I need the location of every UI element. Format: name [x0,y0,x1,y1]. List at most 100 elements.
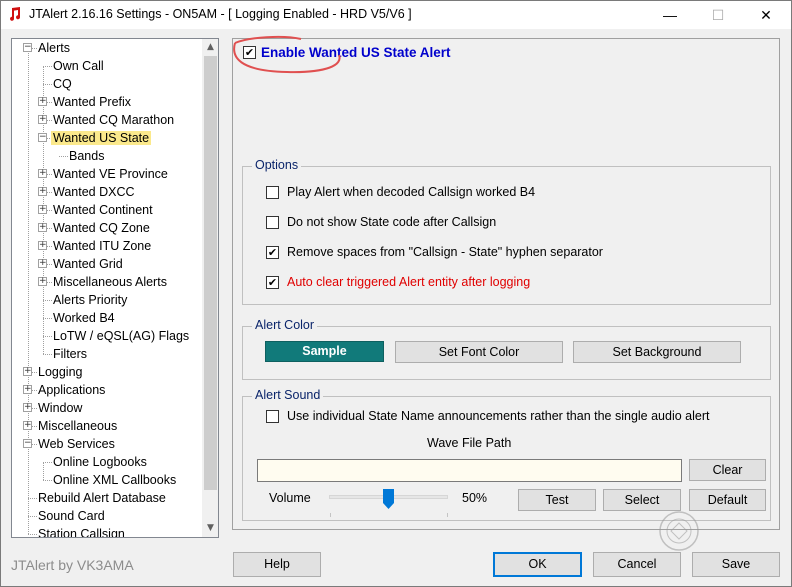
expand-icon[interactable]: + [38,187,47,196]
tree-item[interactable]: Alerts [36,39,72,57]
scroll-thumb[interactable] [204,56,217,490]
tree-item-label: Wanted CQ Zone [53,221,150,235]
tree-item[interactable]: Wanted CQ Zone [51,219,152,237]
tree-item-label: Alerts Priority [53,293,128,307]
option-checkbox[interactable] [266,216,279,229]
expand-icon[interactable]: + [38,97,47,106]
collapse-icon[interactable]: − [23,439,32,448]
wave-file-path-input[interactable] [257,459,682,482]
tree-item-label: Applications [38,383,106,397]
volume-value: 50% [462,491,488,505]
expand-icon[interactable]: + [38,169,47,178]
options-group: Options Play Alert when decoded Callsign… [242,158,771,305]
tree-item-label: Wanted US State [51,131,152,145]
expand-icon[interactable]: + [23,367,32,376]
collapse-icon[interactable]: − [23,43,32,52]
expand-icon[interactable]: + [38,241,47,250]
alert-sound-legend: Alert Sound [252,388,324,402]
tree-item[interactable]: Wanted US State [51,129,152,147]
option-label: Do not show State code after Callsign [287,215,497,229]
cancel-button[interactable]: Cancel [593,552,681,577]
tree-item-label: Wanted Grid [53,257,123,271]
tree-item-label: Window [38,401,83,415]
wave-file-path-label: Wave File Path [427,436,512,450]
scroll-down-icon[interactable]: ▼ [202,520,218,537]
tree-item-label: Own Call [53,59,104,73]
maximize-button[interactable]: ☐ [695,1,741,29]
tree-item[interactable]: Sound Card [36,507,107,525]
tree-scrollbar[interactable]: ▲ ▼ [202,39,218,537]
tree-item[interactable]: Web Services [36,435,117,453]
tree-item[interactable]: LoTW / eQSL(AG) Flags [51,327,191,345]
tree-item[interactable]: Rebuild Alert Database [36,489,168,507]
option-checkbox[interactable]: ✔ [266,246,279,259]
set-background-button[interactable]: Set Background [573,341,741,363]
tree-item[interactable]: Wanted Continent [51,201,155,219]
tree-item[interactable]: Online XML Callbooks [51,471,178,489]
tree-item[interactable]: Miscellaneous Alerts [51,273,169,291]
tree-item[interactable]: Station Callsign [36,525,127,537]
tree-item-label: Wanted CQ Marathon [53,113,175,127]
set-font-color-button[interactable]: Set Font Color [395,341,563,363]
slider-thumb[interactable] [383,489,394,509]
expand-icon[interactable]: + [23,403,32,412]
maximize-icon: ☐ [711,6,725,23]
tree-item[interactable]: Logging [36,363,85,381]
ok-button[interactable]: OK [493,552,582,577]
save-button[interactable]: Save [692,552,780,577]
expand-icon[interactable]: + [38,115,47,124]
tree-item[interactable]: Wanted Prefix [51,93,133,111]
tree-item[interactable]: Wanted DXCC [51,183,137,201]
clear-button[interactable]: Clear [689,459,766,481]
option-checkbox[interactable]: ✔ [266,276,279,289]
expand-icon[interactable]: + [38,205,47,214]
tree-item-label: Logging [38,365,83,379]
tree-item[interactable]: Wanted CQ Marathon [51,111,176,129]
help-button[interactable]: Help [233,552,321,577]
tree-item[interactable]: Wanted Grid [51,255,125,273]
tree-item[interactable]: Online Logbooks [51,453,149,471]
expand-icon[interactable]: + [23,421,32,430]
default-button[interactable]: Default [689,489,766,511]
expand-icon[interactable]: + [38,259,47,268]
tree-item-label: Miscellaneous Alerts [53,275,167,289]
tree-item-label: Bands [69,149,105,163]
option-checkbox[interactable] [266,410,279,423]
tree-item[interactable]: Filters [51,345,89,363]
tree-item[interactable]: Window [36,399,84,417]
tree-item-label: Filters [53,347,88,361]
tree-item-label: Wanted VE Province [53,167,168,181]
tree-item[interactable]: Applications [36,381,107,399]
tree-item[interactable]: Miscellaneous [36,417,119,435]
option-label: Play Alert when decoded Callsign worked … [287,185,536,199]
options-legend: Options [252,158,302,172]
tree-item-label: Alerts [38,41,70,55]
tree-item-label: Rebuild Alert Database [38,491,166,505]
tree-item-label: Sound Card [38,509,105,523]
tree-guide-line [43,462,44,480]
tree-item[interactable]: Alerts Priority [51,291,129,309]
tree-item[interactable]: Wanted VE Province [51,165,170,183]
test-button[interactable]: Test [518,489,596,511]
collapse-icon[interactable]: − [38,133,47,142]
tree-item[interactable]: Own Call [51,57,106,75]
alert-color-legend: Alert Color [252,318,318,332]
tree-item-label: Worked B4 [53,311,115,325]
tree-item[interactable]: CQ [51,75,74,93]
select-button[interactable]: Select [603,489,681,511]
tree-item[interactable]: Wanted ITU Zone [51,237,153,255]
tree-item[interactable]: Bands [67,147,106,165]
settings-tree[interactable]: ▲ ▼ − Alerts Own Call CQ + Wanted Prefix + Want… [11,38,219,538]
tree-item-label: LoTW / eQSL(AG) Flags [53,329,190,343]
expand-icon[interactable]: + [23,385,32,394]
close-button[interactable]: ✕ [743,1,789,29]
expand-icon[interactable]: + [38,223,47,232]
tree-item[interactable]: Worked B4 [51,309,117,327]
option-checkbox[interactable] [266,186,279,199]
minimize-button[interactable]: — [647,1,693,29]
slider-tick [447,513,448,517]
window-title: JTAlert 2.16.16 Settings - ON5AM - [ Log… [29,7,412,21]
expand-icon[interactable]: + [38,277,47,286]
tree-item-label: Online Logbooks [53,455,147,469]
scroll-up-icon[interactable]: ▲ [202,39,218,56]
